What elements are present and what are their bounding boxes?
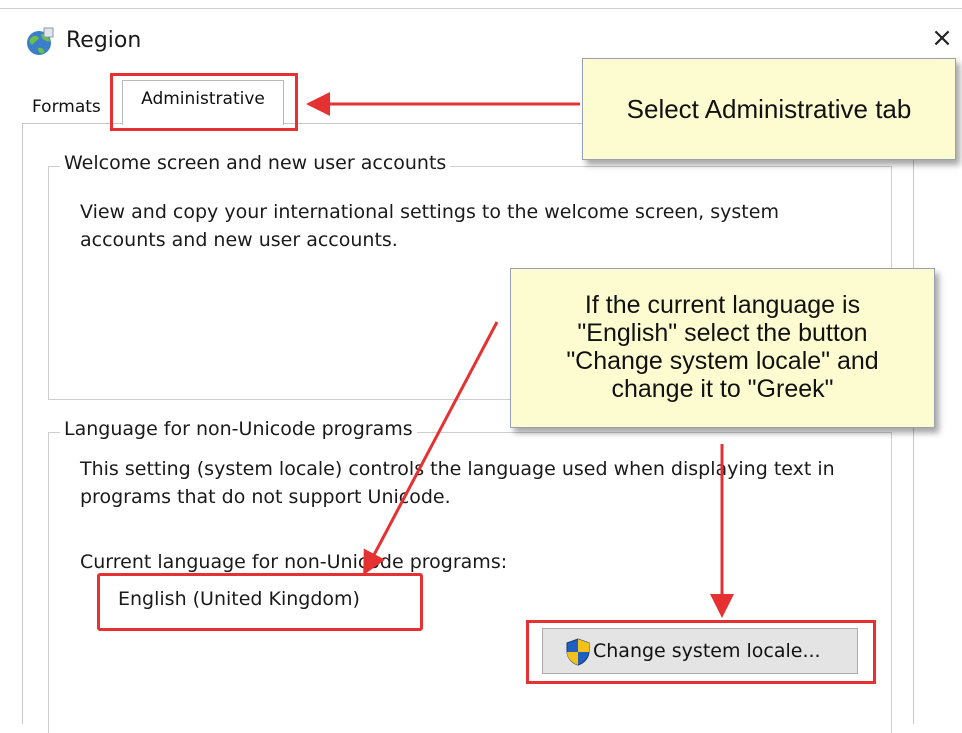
callout-line: "Change system locale" and: [566, 347, 879, 375]
window-top-edge: [0, 0, 962, 9]
callout-line: "English" select the button: [577, 319, 868, 347]
close-icon[interactable]: ×: [926, 22, 958, 54]
callout-change-locale: If the current language is "English" sel…: [510, 268, 935, 428]
highlight-administrative-tab: [110, 73, 298, 131]
callout-line: If the current language is: [584, 291, 861, 319]
highlight-change-locale-button: [526, 620, 876, 684]
window-title: Region: [66, 28, 142, 53]
current-language-label: Current language for non-Unicode program…: [80, 551, 508, 573]
highlight-current-language: [97, 573, 423, 631]
non-unicode-description: This setting (system locale) controls th…: [80, 458, 835, 508]
welcome-group-legend: Welcome screen and new user accounts: [60, 152, 451, 174]
callout-select-tab: Select Administrative tab: [582, 58, 956, 160]
non-unicode-group-legend: Language for non-Unicode programs: [60, 418, 417, 440]
welcome-group-description: View and copy your international setting…: [80, 201, 779, 251]
callout-line: change it to "Greek": [611, 375, 834, 403]
globe-icon: [27, 27, 54, 55]
tab-formats[interactable]: Formats: [28, 92, 105, 122]
